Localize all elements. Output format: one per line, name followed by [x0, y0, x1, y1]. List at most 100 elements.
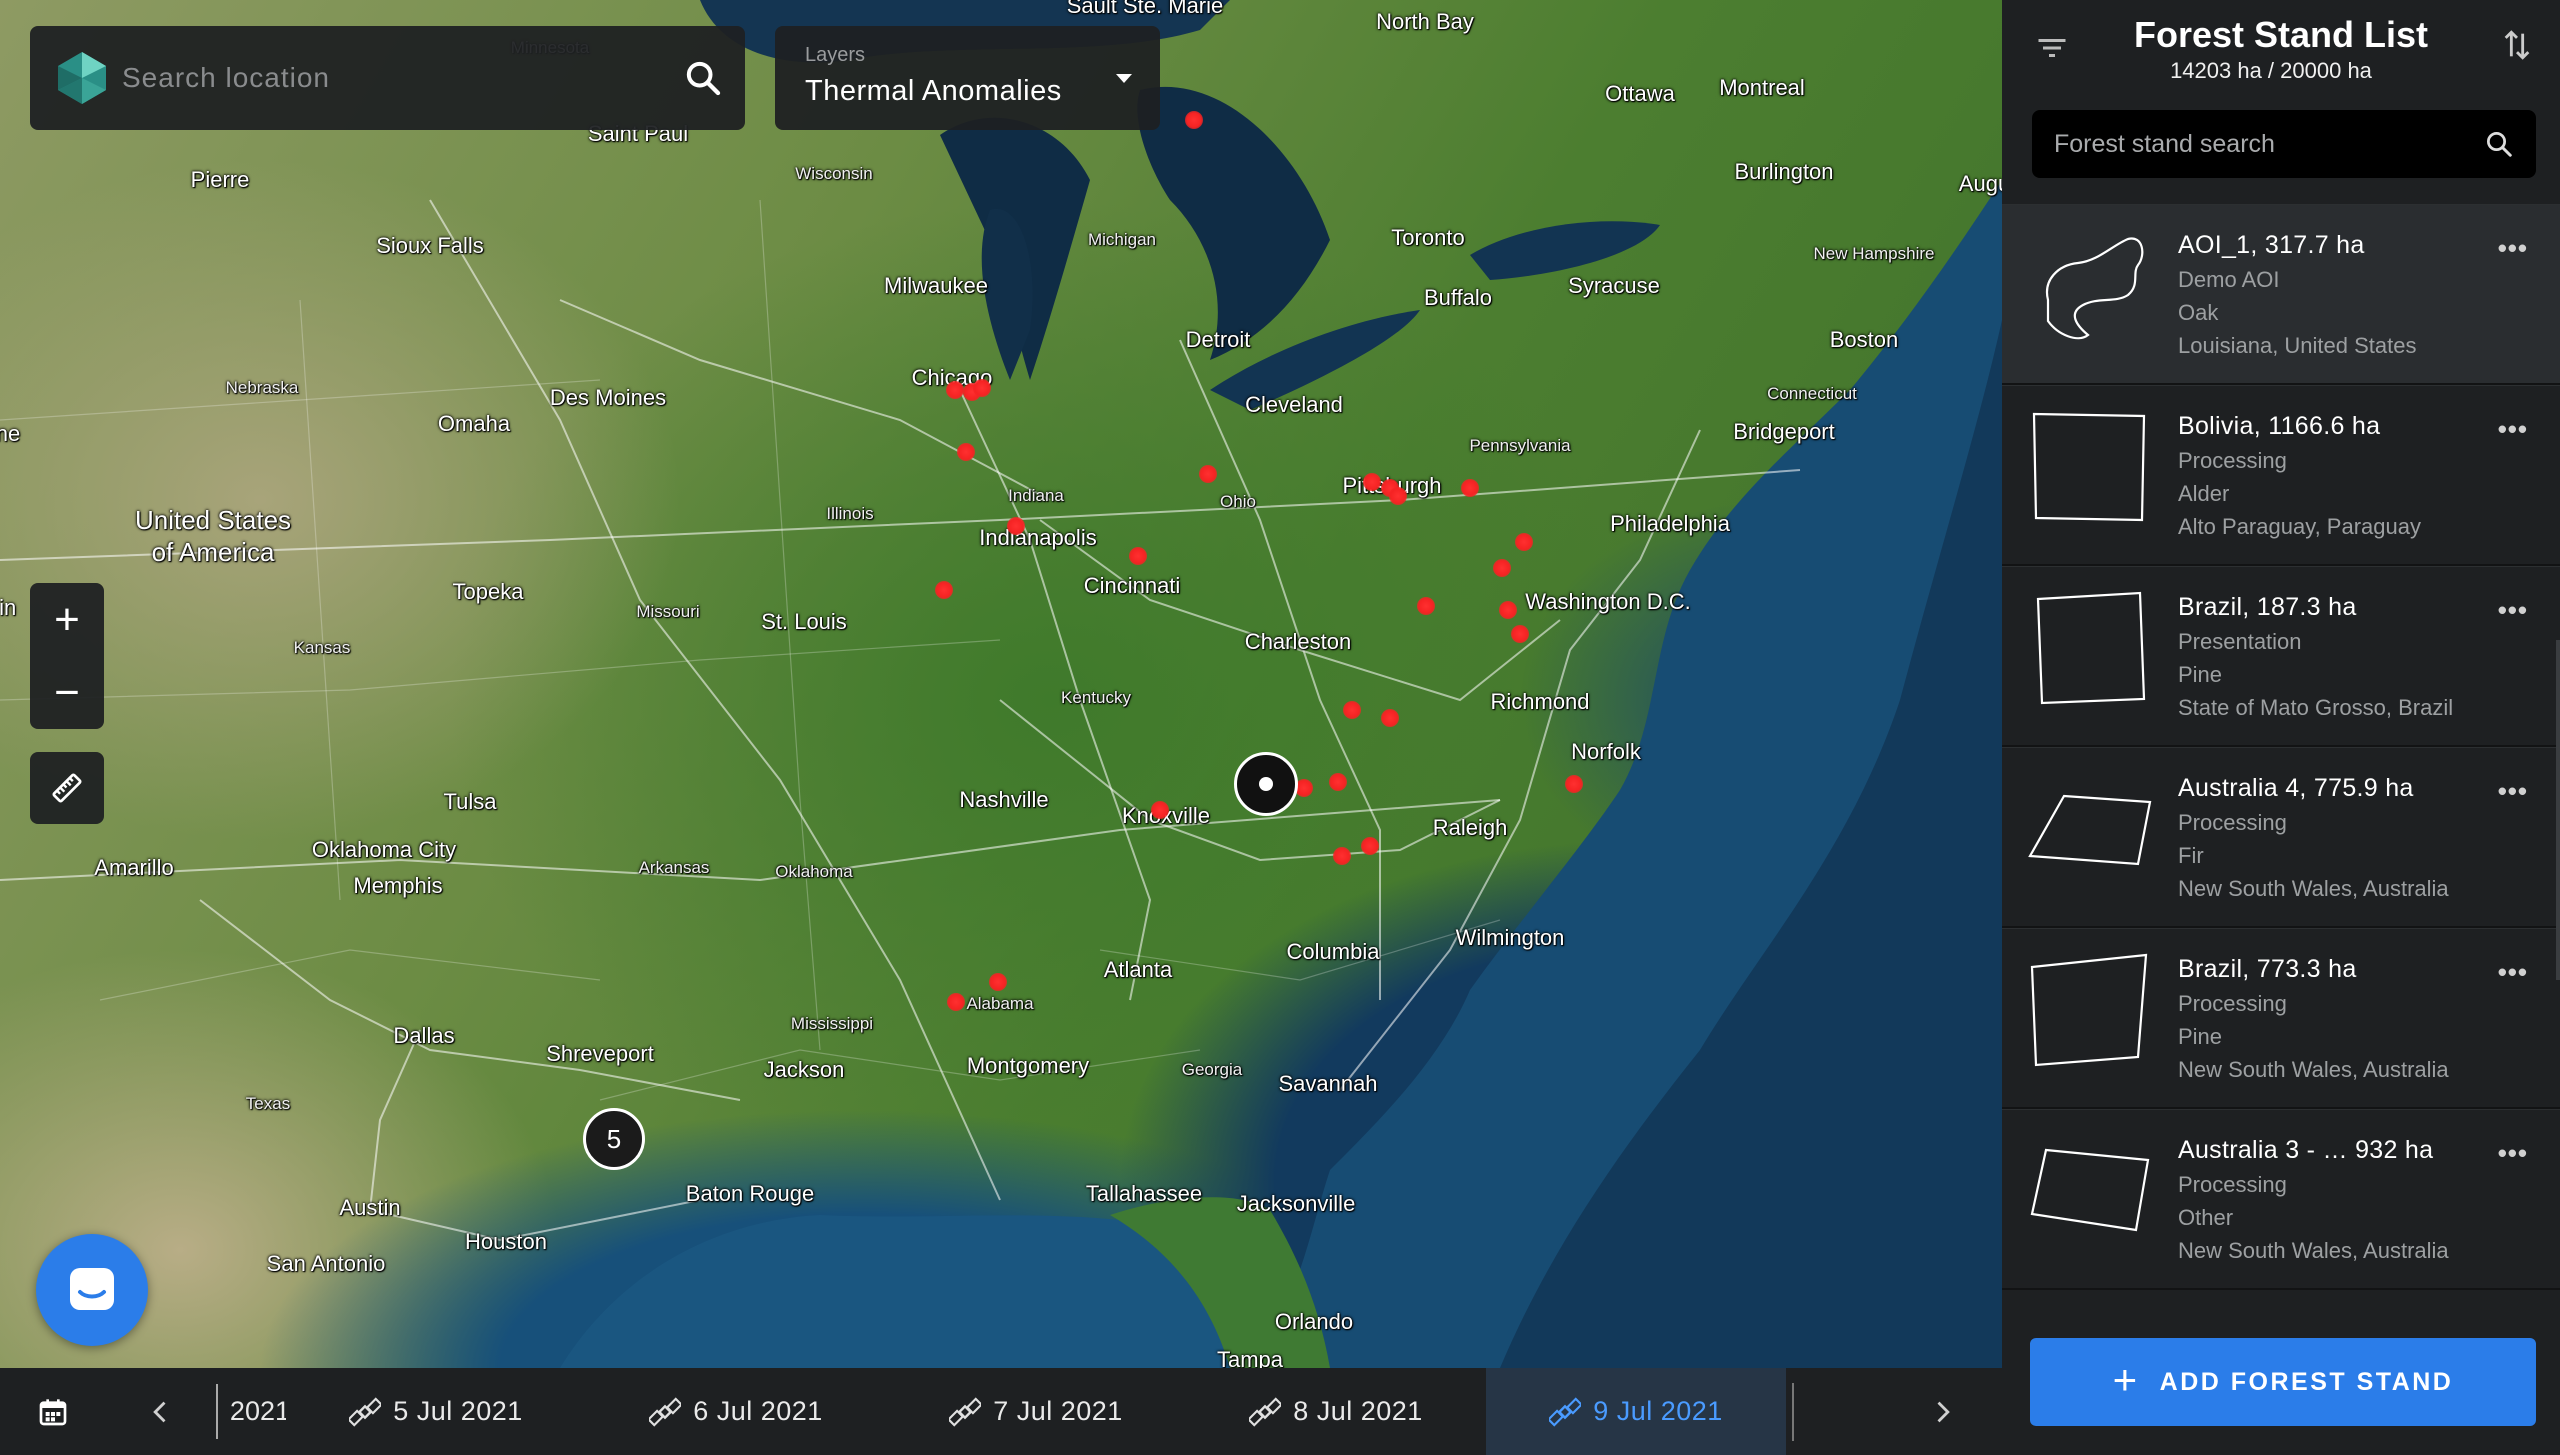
stand-location: Alto Paraguay, Paraguay [2178, 514, 2421, 539]
thermal-anomaly-marker[interactable] [1389, 487, 1407, 505]
forest-stand-search-input[interactable] [2054, 129, 2484, 159]
thermal-anomaly-marker[interactable] [957, 443, 975, 461]
search-icon[interactable] [683, 58, 723, 98]
city-label: Detroit [1185, 327, 1251, 352]
forest-stand-item[interactable]: Brazil, 773.3 ha Processing Pine New South … [2002, 928, 2560, 1109]
thermal-anomaly-marker[interactable] [1329, 773, 1347, 791]
country-label-line1: United States [134, 505, 292, 535]
timeline-date[interactable]: 9 Jul 2021 [1486, 1368, 1786, 1455]
timeline-next-button[interactable] [1882, 1398, 2002, 1426]
thermal-anomaly-marker[interactable] [1151, 801, 1169, 819]
thermal-anomaly-marker[interactable] [1511, 625, 1529, 643]
thermal-anomaly-marker[interactable] [1129, 547, 1147, 565]
stand-location: New South Wales, Australia [2178, 1057, 2449, 1082]
city-label: Bridgeport [1733, 419, 1835, 444]
thermal-anomaly-marker[interactable] [1461, 479, 1479, 497]
satellite-icon [649, 1396, 682, 1427]
chat-support-button[interactable] [36, 1234, 148, 1346]
search-icon[interactable] [2484, 129, 2514, 159]
city-label: Shreveport [546, 1041, 654, 1066]
city-label: Buffalo [1423, 285, 1493, 310]
thermal-anomaly-marker[interactable] [1007, 517, 1025, 535]
forest-stand-search-bar [2032, 110, 2536, 178]
location-pin-marker[interactable] [1234, 752, 1298, 816]
timeline-prev-button[interactable] [106, 1398, 216, 1426]
city-label: Jacksonville [1236, 1191, 1356, 1216]
measure-ruler-button[interactable] [30, 752, 104, 824]
add-forest-stand-button[interactable]: + ADD FOREST STAND [2030, 1338, 2536, 1426]
more-options-icon[interactable]: ••• [2498, 233, 2528, 264]
city-label: Connecticut [1767, 384, 1857, 403]
thermal-anomaly-marker[interactable] [1343, 701, 1361, 719]
timeline-date[interactable]: 7 Jul 2021 [886, 1368, 1186, 1455]
city-label: Montgomery [966, 1053, 1090, 1078]
city-label: rin [0, 595, 17, 620]
thermal-anomaly-marker[interactable] [1493, 559, 1511, 577]
more-options-icon[interactable]: ••• [2498, 414, 2528, 445]
thermal-anomaly-marker[interactable] [1515, 533, 1533, 551]
location-search-input[interactable] [122, 62, 683, 94]
city-label: Syracuse [1568, 273, 1660, 298]
city-label: Richmond [1490, 689, 1590, 714]
sidebar-scrollbar[interactable] [2556, 640, 2560, 980]
timeline-date-partial[interactable]: 2021 [216, 1384, 286, 1439]
sidebar-header: Forest Stand List 14203 ha / 20000 ha [2002, 0, 2560, 100]
calendar-button[interactable] [0, 1368, 106, 1455]
city-label: ne [0, 421, 21, 446]
stand-name: AOI_1, 317.7 ha [2178, 231, 2365, 259]
city-label: Jackson [763, 1057, 845, 1082]
map-view[interactable]: Sault Ste. MarieNorth BayMinnesotaOttawa… [0, 0, 2002, 1368]
more-options-icon[interactable]: ••• [2498, 776, 2528, 807]
zoom-in-button[interactable]: + [30, 583, 104, 656]
zoom-out-button[interactable]: − [30, 656, 104, 729]
timeline-date-label: 7 Jul 2021 [993, 1396, 1123, 1426]
thermal-anomaly-marker[interactable] [1185, 111, 1203, 129]
city-label: Philadelphia [1610, 511, 1730, 536]
thermal-anomaly-marker[interactable] [1363, 473, 1381, 491]
thermal-anomaly-marker[interactable] [989, 973, 1007, 991]
timeline-date[interactable]: 8 Jul 2021 [1186, 1368, 1486, 1455]
stand-name: Australia 4, 775.9 ha [2178, 774, 2414, 802]
thermal-anomaly-marker[interactable] [973, 379, 991, 397]
city-label: Michigan [1087, 230, 1157, 249]
thermal-anomaly-marker[interactable] [1361, 837, 1379, 855]
timeline-date-label: 5 Jul 2021 [393, 1396, 523, 1426]
city-label: San Antonio [266, 1251, 386, 1276]
sidebar-title: Forest Stand List [2133, 14, 2429, 55]
sort-icon[interactable] [2500, 28, 2534, 62]
forest-stand-list: AOI_1, 317.7 ha Demo AOI Oak Louisiana, Uni… [2002, 204, 2560, 1290]
timeline-date[interactable]: 5 Jul 2021 [286, 1368, 586, 1455]
country-label: United States of America [135, 504, 291, 568]
thermal-anomaly-marker[interactable] [1381, 709, 1399, 727]
thermal-anomaly-marker[interactable] [1417, 597, 1435, 615]
thermal-anomaly-marker[interactable] [1499, 601, 1517, 619]
forest-stand-item[interactable]: Bolivia, 1166.6 ha Processing Alder Alto Pa… [2002, 385, 2560, 566]
thermal-anomaly-marker[interactable] [1199, 465, 1217, 483]
city-label: Alabama [966, 994, 1034, 1013]
calendar-icon [39, 1398, 67, 1425]
thermal-anomaly-marker[interactable] [1333, 847, 1351, 865]
app-logo-icon [58, 52, 106, 104]
forest-stand-item[interactable]: AOI_1, 317.7 ha Demo AOI Oak Louisiana, Uni… [2002, 204, 2560, 385]
city-label: Columbia [1286, 939, 1380, 964]
thermal-anomaly-marker[interactable] [1565, 775, 1583, 793]
city-label: St. Louis [761, 609, 847, 634]
thermal-anomaly-marker[interactable] [935, 581, 953, 599]
more-options-icon[interactable]: ••• [2498, 1138, 2528, 1169]
timeline-date[interactable]: 6 Jul 2021 [586, 1368, 886, 1455]
thermal-anomaly-marker[interactable] [946, 381, 964, 399]
more-options-icon[interactable]: ••• [2498, 957, 2528, 988]
thermal-anomaly-marker[interactable] [947, 993, 965, 1011]
forest-stand-item[interactable]: Brazil, 187.3 ha Presentation Pine State of… [2002, 566, 2560, 747]
forest-stand-item[interactable]: Australia 3 - … 932 ha Processing Other New… [2002, 1109, 2560, 1290]
pin-dot [1259, 777, 1273, 791]
lake-huron [1137, 86, 1330, 360]
layers-dropdown[interactable]: Layers Thermal Anomalies [775, 26, 1160, 130]
satellite-icon [949, 1396, 982, 1427]
forest-stand-item[interactable]: Australia 4, 775.9 ha Processing Fir New So… [2002, 747, 2560, 928]
timeline-dates: 2021 5 Jul 2021 6 Jul 2021 7 Jul 2021 8 Jul… [216, 1368, 1882, 1455]
city-label: Augus [1958, 171, 2002, 196]
more-options-icon[interactable]: ••• [2498, 595, 2528, 626]
map-cluster-marker[interactable]: 5 [583, 1108, 645, 1170]
city-label: Nashville [959, 787, 1049, 812]
